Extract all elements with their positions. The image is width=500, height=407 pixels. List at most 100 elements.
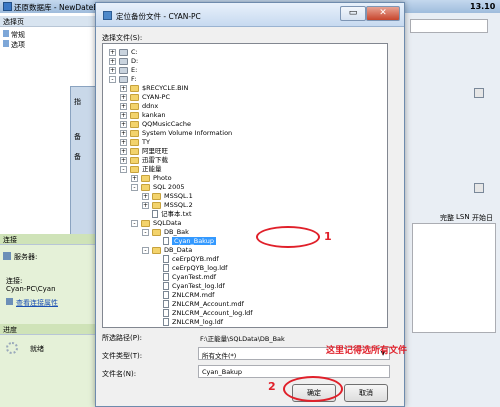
page-item-options[interactable]: 选项 <box>3 40 25 50</box>
expand-icon[interactable]: + <box>109 48 116 56</box>
collapse-icon[interactable]: - <box>109 75 116 83</box>
progress-header: 进度 <box>0 324 97 335</box>
annotation-circle-file <box>256 226 320 248</box>
expand-icon[interactable]: + <box>120 102 127 110</box>
expand-icon[interactable]: + <box>109 66 116 74</box>
collapse-icon[interactable]: - <box>120 165 127 173</box>
collapse-icon[interactable]: - <box>131 183 138 191</box>
vertical-scrollbar[interactable]: ▲ ▼ <box>387 44 388 327</box>
dialog-title-bar: 定位备份文件 - CYAN-PC ▭ ✕ <box>96 3 404 27</box>
tree-item-label: QQMusicCache <box>142 120 191 128</box>
mid-label: 指 <box>74 98 81 106</box>
expand-icon[interactable]: + <box>120 93 127 101</box>
tree-item-label: ddnx <box>142 102 159 110</box>
tree-item-label: C: <box>131 48 138 56</box>
tree-item-label: MSSQL.1 <box>164 192 193 200</box>
file-icon <box>163 318 169 326</box>
file-icon <box>163 300 169 308</box>
folder-icon <box>152 228 161 236</box>
tree-item-label: TY <box>142 138 150 146</box>
tree-item-label: SQL 2005 <box>153 183 185 191</box>
folder-icon <box>130 84 139 92</box>
collapse-icon[interactable]: - <box>142 246 149 254</box>
background-window-title: 还原数据库 - NewDateBas <box>14 3 107 12</box>
tree-item-label: 正能量 <box>142 165 162 173</box>
background-right-panel: 完整 LSN 开始日 <box>404 13 500 407</box>
tree-file-item[interactable]: ZNLCRM_log.ldf <box>153 317 223 327</box>
tree-item-label: kankan <box>142 111 166 119</box>
tree-item-label: ceErpQYB_log.ldf <box>172 264 228 272</box>
expand-icon[interactable]: + <box>120 84 127 92</box>
page-item-general[interactable]: 常规 <box>3 30 25 40</box>
filename-input[interactable]: Cyan_Bakup <box>198 365 390 378</box>
tree-item-label: ZNLCRM_log.ldf <box>172 318 224 326</box>
file-icon <box>163 291 169 299</box>
folder-icon <box>141 174 150 182</box>
expand-icon[interactable]: + <box>120 111 127 119</box>
tree-item-label: E: <box>131 66 138 74</box>
minimize-button[interactable]: ▭ <box>340 6 366 21</box>
expand-icon[interactable]: + <box>120 156 127 164</box>
corner-value: 13.10 <box>470 2 496 11</box>
properties-icon <box>6 298 13 305</box>
collapse-icon[interactable]: - <box>142 228 149 236</box>
file-icon <box>163 309 169 317</box>
view-connection-properties-link[interactable]: 查看连接属性 <box>16 298 58 308</box>
folder-icon <box>152 246 161 254</box>
filename-label: 文件名(N): <box>102 370 137 378</box>
drive-icon <box>119 57 128 65</box>
expand-icon[interactable]: + <box>120 129 127 137</box>
server-label: 服务器: <box>14 253 38 261</box>
mid-label: 备 <box>74 133 81 141</box>
folder-icon <box>141 219 150 227</box>
progress-status: 就绪 <box>30 345 44 353</box>
minimize-icon: ▭ <box>348 8 358 18</box>
close-button[interactable]: ✕ <box>366 6 400 21</box>
expand-icon[interactable]: + <box>142 192 149 200</box>
expand-icon[interactable]: + <box>142 201 149 209</box>
tree-item-label: CyanTest.mdf <box>172 273 217 281</box>
column-header-full: 完整 <box>440 214 454 222</box>
tree-item-label: CYAN-PC <box>142 93 171 101</box>
drive-icon <box>119 48 128 56</box>
folder-icon <box>130 147 139 155</box>
background-browse-button[interactable] <box>474 183 484 193</box>
folder-icon <box>130 111 139 119</box>
expand-icon[interactable]: + <box>120 120 127 128</box>
background-combo[interactable] <box>410 19 488 33</box>
column-header-lsn: LSN <box>456 213 470 221</box>
folder-icon <box>130 102 139 110</box>
connection-header: 连接 <box>0 234 97 245</box>
annotation-note: 这里记得选所有文件 <box>326 346 408 356</box>
tree-item-label: MSSQL.2 <box>164 201 193 209</box>
tree-item-label: ZNLCRM_Account_log.ldf <box>172 309 253 317</box>
filetype-value: 所有文件(*) <box>202 352 237 360</box>
file-tree[interactable]: ▲ ▼ + C: + D: + E: - F: + $RECYCLE.BIN + CYAN-PC + dd… <box>102 43 388 328</box>
tree-item-label: Cyan_Bakup <box>172 237 216 245</box>
file-icon <box>163 264 169 272</box>
collapse-icon[interactable]: - <box>131 219 138 227</box>
folder-icon <box>152 201 161 209</box>
drive-icon <box>119 66 128 74</box>
folder-icon <box>130 120 139 128</box>
page-icon <box>3 40 9 47</box>
file-icon <box>163 237 169 245</box>
folder-icon <box>141 183 150 191</box>
select-file-label: 选择文件(S): <box>102 34 143 42</box>
tree-item-label: ZNLCRM_Account.mdf <box>172 300 244 308</box>
backup-sets-grid[interactable] <box>412 223 496 333</box>
path-label: 所选路径(P): <box>102 334 143 342</box>
connection-panel: 连接 服务器: 连接: Cyan-PC\Cyan 查看连接属性 进度 就绪 <box>0 234 97 407</box>
tree-item-label: 阿里旺旺 <box>142 147 168 155</box>
tree-item-label: System Volume Information <box>142 129 233 137</box>
tree-item-label: DB_Bak <box>164 228 189 236</box>
expand-icon[interactable]: + <box>120 147 127 155</box>
tree-item-label: Photo <box>153 174 172 182</box>
expand-icon[interactable]: + <box>109 57 116 65</box>
tree-item-label: $RECYCLE.BIN <box>142 84 189 92</box>
expand-icon[interactable]: + <box>120 138 127 146</box>
background-browse-button[interactable] <box>474 88 484 98</box>
cancel-button[interactable]: 取消 <box>344 384 388 402</box>
folder-icon <box>130 93 139 101</box>
expand-icon[interactable]: + <box>131 174 138 182</box>
